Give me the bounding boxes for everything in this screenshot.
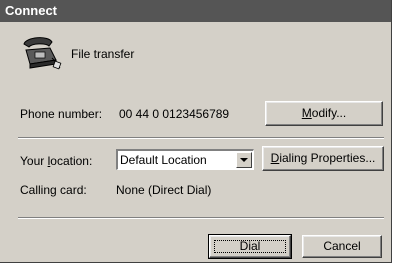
dial-button-label: Dial bbox=[239, 239, 261, 253]
calling-card-label: Calling card: bbox=[20, 183, 87, 197]
phone-number-value: 00 44 0 0123456789 bbox=[119, 107, 230, 121]
separator-bottom bbox=[18, 217, 384, 219]
location-label: Your location: bbox=[20, 154, 93, 168]
phone-number-label: Phone number: bbox=[20, 107, 103, 121]
connection-name: File transfer bbox=[71, 47, 135, 61]
calling-card-value: None (Direct Dial) bbox=[116, 183, 212, 197]
separator-top bbox=[18, 137, 384, 139]
dialing-properties-button-label: Dialing Properties... bbox=[270, 151, 376, 165]
modify-button[interactable]: Modify... bbox=[265, 101, 383, 126]
modify-button-label: Modify... bbox=[301, 106, 347, 120]
location-dropdown[interactable]: Default Location bbox=[116, 149, 254, 170]
cancel-button-label: Cancel bbox=[323, 239, 361, 253]
location-dropdown-value: Default Location bbox=[120, 153, 207, 167]
cancel-button[interactable]: Cancel bbox=[302, 235, 382, 258]
telephone-icon bbox=[23, 37, 62, 70]
window-title: Connect bbox=[5, 3, 57, 18]
dial-button[interactable]: Dial bbox=[208, 234, 292, 259]
connect-dialog: Connect File transfer Phone number: 00 4… bbox=[0, 0, 392, 263]
title-bar: Connect bbox=[0, 0, 391, 22]
dialing-properties-button[interactable]: Dialing Properties... bbox=[262, 146, 384, 171]
chevron-down-icon[interactable] bbox=[236, 152, 252, 168]
